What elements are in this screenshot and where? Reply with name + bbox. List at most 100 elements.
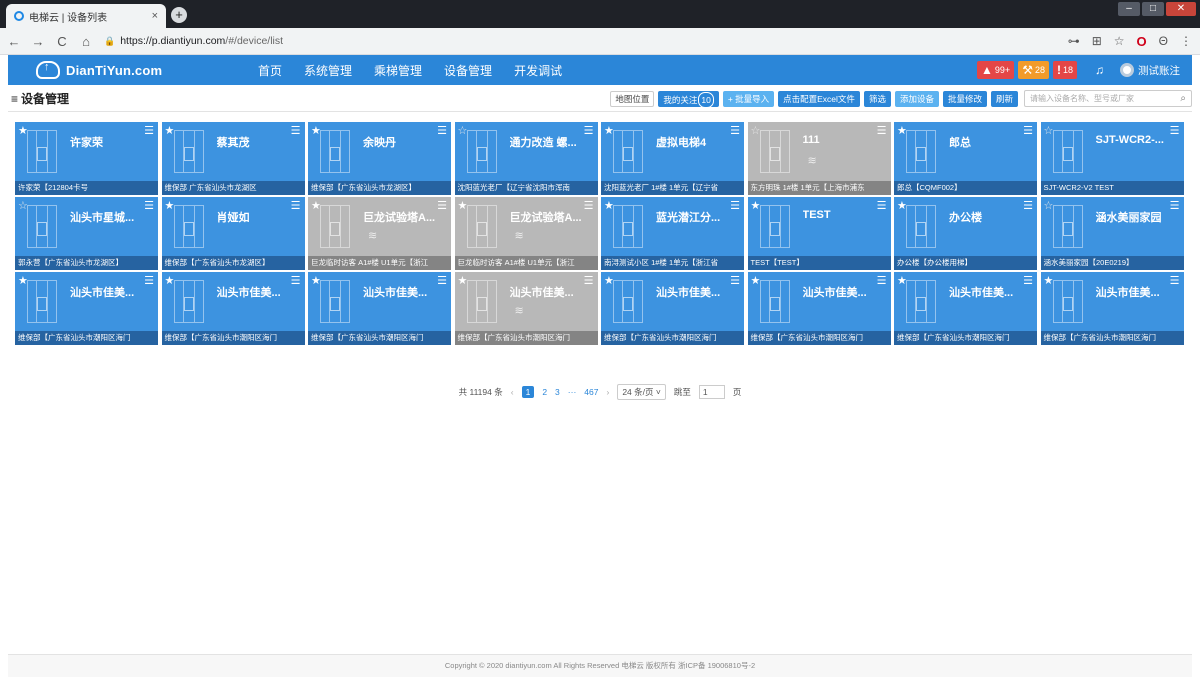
device-location: 巨龙临时访客 A1#楼 U1单元【浙江 xyxy=(308,256,451,270)
device-card[interactable]: ★ ☰ 蓝光潜江分... 南浔测试小区 1#楼 1单元【浙江省 xyxy=(601,197,744,270)
nav-dev[interactable]: 开发调试 xyxy=(514,62,562,79)
device-card[interactable]: ☆ ☰ 通力改造 螺... 沈阳蓝光老厂【辽宁省沈阳市浑南 xyxy=(454,122,598,195)
search-icon[interactable]: ⌕ xyxy=(1180,93,1186,104)
key-icon[interactable]: ⊶ xyxy=(1068,34,1080,48)
device-card[interactable]: ★ ☰ 办公楼 办公楼【办公楼用梯】 xyxy=(894,197,1037,270)
elevator-icon xyxy=(466,280,497,323)
page-1[interactable]: 1 xyxy=(521,386,535,398)
map-location-button[interactable]: 地图位置 xyxy=(610,90,655,107)
home-icon[interactable]: ⌂ xyxy=(76,34,96,49)
device-card[interactable]: ★ ☰ 汕头市佳美... 维保部【广东省汕头市潮阳区海门 xyxy=(15,272,158,345)
page-size-select[interactable]: 24 条/页 ˅ xyxy=(617,384,666,400)
device-location: 郭永营【广东省汕头市龙湖区】 xyxy=(15,256,158,270)
main-nav: 首页 系统管理 乘梯管理 设备管理 开发调试 xyxy=(258,62,584,79)
filter-button[interactable]: 筛选 xyxy=(863,90,891,107)
page-title: ≡ 设备管理 xyxy=(11,90,69,107)
device-card[interactable]: ★ ☰ 汕头市佳美... 维保部【广东省汕头市潮阳区海门 xyxy=(894,272,1037,345)
device-card[interactable]: ★ ☰ 汕头市佳美... 维保部【广东省汕头市潮阳区海门 xyxy=(1040,272,1184,345)
device-location: 郎总【CQMF002】 xyxy=(894,181,1037,195)
page-3[interactable]: 3 xyxy=(555,387,560,397)
device-card[interactable]: ★ ☰ 汕头市佳美... 维保部【广东省汕头市潮阳区海门 xyxy=(308,272,451,345)
maintenance-count: 28 xyxy=(1034,65,1045,75)
nav-system[interactable]: 系统管理 xyxy=(304,62,352,79)
elevator-icon xyxy=(613,205,643,248)
browser-tabbar: 电梯云 | 设备列表 × + – □ ✕ xyxy=(0,0,1200,28)
device-card[interactable]: ★ ☰ 汕头市佳美... 维保部【广东省汕头市潮阳区海门 xyxy=(601,272,744,345)
device-card[interactable]: ★ ☰ 余映丹 维保部【广东省汕头市龙湖区】 xyxy=(308,122,451,195)
page-2[interactable]: 2 xyxy=(542,387,547,397)
tab-close-icon[interactable]: × xyxy=(152,10,158,22)
device-name: 汕头市佳美... xyxy=(949,287,1014,299)
wifi-off-icon: ≋ xyxy=(514,230,524,242)
address-bar[interactable]: 🔒 https://p.diantiyun.com/#/device/list xyxy=(104,31,1056,51)
excel-config-button[interactable]: 点击配置Excel文件 xyxy=(778,90,860,107)
device-card[interactable]: ★ ☰ 蔡其茂 维保部 广东省汕头市龙湖区 xyxy=(161,122,305,195)
device-location: 维保部 广东省汕头市龙湖区 xyxy=(161,181,305,195)
browser-tab[interactable]: 电梯云 | 设备列表 × xyxy=(6,4,166,28)
device-card[interactable]: ★ ☰ 肖娅如 维保部【广东省汕头市龙湖区】 xyxy=(161,197,305,270)
device-card[interactable]: ★ ☰ 郎总 郎总【CQMF002】 xyxy=(894,122,1037,195)
wifi-off-icon: ≋ xyxy=(368,230,378,242)
device-card[interactable]: ☆ ☰ SJT-WCR2-... SJT-WCR2-V2 TEST xyxy=(1040,122,1184,195)
elevator-icon xyxy=(1052,130,1083,173)
device-card[interactable]: ★ ☰ 巨龙试验塔A... ≋ 巨龙临时访客 A1#楼 U1单元【浙江 xyxy=(454,197,598,270)
bell-icon[interactable]: ♫ xyxy=(1095,63,1104,77)
nav-home[interactable]: 首页 xyxy=(258,62,282,79)
translate-icon[interactable]: ⊞ xyxy=(1092,34,1102,48)
fault-badge[interactable]: ! 18 xyxy=(1052,61,1077,79)
device-name: 余映丹 xyxy=(363,137,396,149)
elevator-icon xyxy=(27,130,57,173)
page-ellipsis[interactable]: ··· xyxy=(568,387,577,397)
device-location: SJT-WCR2-V2 TEST xyxy=(1040,181,1184,195)
opera-extension-icon[interactable]: O xyxy=(1137,34,1147,49)
maintenance-badge[interactable]: ⚒ 28 xyxy=(1018,61,1049,79)
device-card[interactable]: ☆ ☰ 涵水美丽家园 涵水美丽家园【20E0219】 xyxy=(1040,197,1184,270)
prev-page-icon[interactable]: ‹ xyxy=(511,387,514,397)
minimize-icon[interactable]: – xyxy=(1118,2,1140,16)
profile-icon[interactable]: Θ xyxy=(1159,34,1168,48)
device-location: 维保部【广东省汕头市潮阳区海门 xyxy=(308,331,451,345)
device-card[interactable]: ★ ☰ 汕头市佳美... 维保部【广东省汕头市潮阳区海门 xyxy=(747,272,891,345)
batch-edit-button[interactable]: 批量修改 xyxy=(942,90,987,107)
new-tab-button[interactable]: + xyxy=(171,7,187,23)
device-card[interactable]: ☆ ☰ 111 ≋ 东方明珠 1#楼 1单元【上海市浦东 xyxy=(747,122,891,195)
wifi-off-icon: ≋ xyxy=(514,305,524,317)
back-icon[interactable]: ← xyxy=(4,34,24,49)
forward-icon[interactable]: → xyxy=(28,34,48,49)
device-card[interactable]: ★ ☰ 巨龙试验塔A... ≋ 巨龙临时访客 A1#楼 U1单元【浙江 xyxy=(308,197,451,270)
my-follow-label: 我的关注 xyxy=(663,94,698,105)
device-name: SJT-WCR2-... xyxy=(1095,134,1164,146)
next-page-icon[interactable]: › xyxy=(606,387,609,397)
device-card[interactable]: ★ ☰ 许家荣 许家荣【212804卡号 xyxy=(15,122,158,195)
wifi-off-icon: ≋ xyxy=(807,155,817,167)
device-card[interactable]: ★ ☰ 汕头市佳美... ≋ 维保部【广东省汕头市潮阳区海门 xyxy=(454,272,598,345)
user-menu[interactable]: 测试账注 xyxy=(1120,63,1180,78)
window-close-icon[interactable]: ✕ xyxy=(1166,2,1196,16)
device-name: 办公楼 xyxy=(949,212,982,224)
device-card[interactable]: ☆ ☰ 汕头市星城... 郭永营【广东省汕头市龙湖区】 xyxy=(15,197,158,270)
reload-icon[interactable]: C xyxy=(52,34,72,49)
device-location: 办公楼【办公楼用梯】 xyxy=(894,256,1037,270)
nav-device[interactable]: 设备管理 xyxy=(444,62,492,79)
elevator-icon xyxy=(759,280,790,323)
elevator-icon xyxy=(27,205,57,248)
my-follow-button[interactable]: 我的关注 10 xyxy=(658,90,719,108)
nav-ride[interactable]: 乘梯管理 xyxy=(374,62,422,79)
goto-page-input[interactable]: 1 xyxy=(698,385,725,399)
refresh-button[interactable]: 刷新 xyxy=(990,90,1018,107)
fault-icon: ! xyxy=(1056,63,1061,77)
device-card[interactable]: ★ ☰ 虚拟电梯4 沈阳蓝光老厂 1#楼 1单元【辽宁省 xyxy=(601,122,744,195)
maximize-icon[interactable]: □ xyxy=(1142,2,1164,16)
app-logo[interactable]: DianTiYun.com xyxy=(36,61,216,79)
device-search-input[interactable]: 请输入设备名称、型号或厂家 ⌕ xyxy=(1024,90,1192,107)
browser-menu-icon[interactable]: ⋮ xyxy=(1180,34,1192,48)
batch-import-button[interactable]: + 批量导入 xyxy=(722,90,775,107)
page-last[interactable]: 467 xyxy=(584,387,598,397)
bookmark-star-icon[interactable]: ☆ xyxy=(1114,34,1125,48)
add-device-button[interactable]: 添加设备 xyxy=(894,90,939,107)
alarm-badge[interactable]: ▲ 99+ xyxy=(977,61,1015,79)
device-card[interactable]: ★ ☰ 汕头市佳美... 维保部【广东省汕头市潮阳区海门 xyxy=(161,272,305,345)
device-name: 汕头市佳美... xyxy=(509,287,574,299)
device-card[interactable]: ★ ☰ TEST TEST【TEST】 xyxy=(747,197,891,270)
cloud-upload-icon xyxy=(36,61,60,79)
